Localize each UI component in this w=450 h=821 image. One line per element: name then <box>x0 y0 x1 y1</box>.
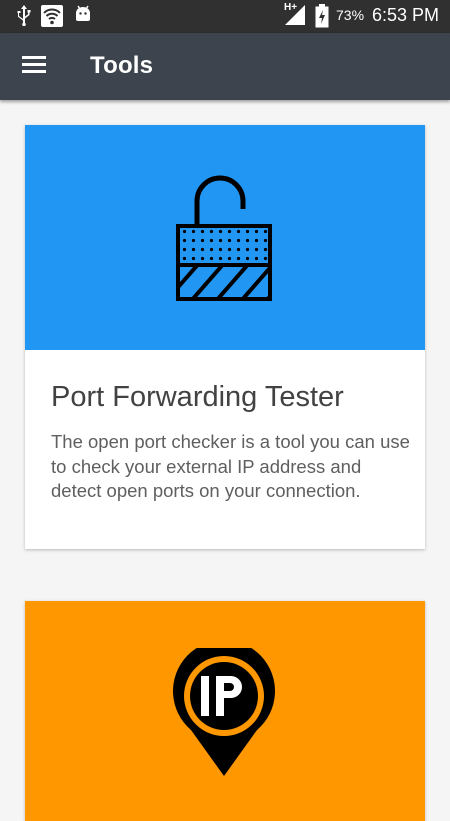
card-media <box>25 125 425 350</box>
battery-icon <box>315 4 329 28</box>
card-description: The open port checker is a tool you can … <box>51 431 410 501</box>
battery-percent: 73% <box>336 7 365 23</box>
open-padlock-icon <box>176 175 272 301</box>
tool-card-port-forwarding[interactable]: Port Forwarding Tester The open port che… <box>25 125 425 549</box>
usb-icon <box>17 5 31 26</box>
ip-location-pin-icon <box>173 648 275 776</box>
card-media <box>25 601 425 821</box>
menu-button[interactable] <box>18 52 52 80</box>
hamburger-menu-icon <box>22 56 46 73</box>
status-bar: H+ 73% 6:53 PM <box>0 0 450 33</box>
tool-card-ip[interactable] <box>25 601 425 821</box>
clock: 6:53 PM <box>371 5 439 25</box>
wifi-icon <box>41 5 63 27</box>
page-title: Tools <box>90 52 154 79</box>
card-title: Port Forwarding Tester <box>51 381 344 413</box>
app-bar: Tools <box>0 33 450 100</box>
android-icon <box>76 5 90 21</box>
network-type-label: H+ <box>284 2 298 13</box>
